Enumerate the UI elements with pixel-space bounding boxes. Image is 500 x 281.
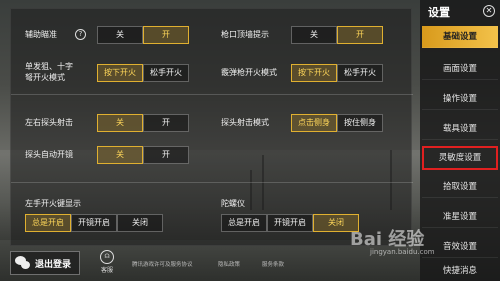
sidebar-item-crosshair[interactable]: 准星设置 xyxy=(422,206,498,228)
peek-scope-on[interactable]: 开 xyxy=(143,146,189,164)
sidebar-title: 设置 xyxy=(428,6,450,19)
aim-assist-label: 辅助瞄准 xyxy=(25,30,57,39)
gyro-label: 陀螺仪 xyxy=(221,199,245,208)
sidebar-item-pickup[interactable]: 拾取设置 xyxy=(422,176,498,198)
service-label: 客服 xyxy=(100,267,113,274)
peek-toggle: 关 开 xyxy=(97,114,189,132)
left-fire-label: 左手开火键显示 xyxy=(25,199,81,208)
muzzle-tip-off[interactable]: 关 xyxy=(291,26,337,44)
peek-mode-hold[interactable]: 按住侧身 xyxy=(337,114,383,132)
sidebar-item-sensitivity[interactable]: 灵敏度设置 xyxy=(422,146,498,170)
aim-assist-toggle: 关 开 xyxy=(97,26,189,44)
help-icon[interactable]: ? xyxy=(75,29,86,40)
logout-label: 退出登录 xyxy=(35,259,72,270)
peek-mode-label: 探头射击模式 xyxy=(221,118,269,127)
footer-link-privacy[interactable]: 隐私政策 xyxy=(218,260,240,268)
fire-settings-section: 辅助瞄准 ? 关 开 枪口顶墙提示 关 开 单发狙、十字 弩开火模式 按下开火 … xyxy=(11,9,413,95)
left-fire-off[interactable]: 关闭 xyxy=(117,214,163,232)
logout-button[interactable]: 退出登录 xyxy=(10,251,80,275)
sidebar-item-controls[interactable]: 操作设置 xyxy=(422,88,498,110)
peek-off[interactable]: 关 xyxy=(97,114,143,132)
settings-panel: 辅助瞄准 ? 关 开 枪口顶墙提示 关 开 单发狙、十字 弩开火模式 按下开火 … xyxy=(10,8,413,246)
baidu-watermark-url: jingyan.baidu.com xyxy=(370,248,435,256)
shotgun-fire-toggle: 按下开火 松手开火 xyxy=(291,64,383,82)
shotgun-fire-release[interactable]: 松手开火 xyxy=(337,64,383,82)
left-fire-scope[interactable]: 开镜开启 xyxy=(71,214,117,232)
peek-scope-toggle: 关 开 xyxy=(97,146,189,164)
peek-on[interactable]: 开 xyxy=(143,114,189,132)
sidebar-item-basic[interactable]: 基础设置 xyxy=(422,26,498,48)
customer-service-button[interactable]: ☊ 客服 xyxy=(98,250,116,274)
sidebar-item-graphics[interactable]: 画面设置 xyxy=(422,58,498,80)
wechat-icon xyxy=(15,256,31,270)
single-fire-release[interactable]: 松手开火 xyxy=(143,64,189,82)
sidebar-item-vehicle[interactable]: 载具设置 xyxy=(422,118,498,140)
aim-assist-off[interactable]: 关 xyxy=(97,26,143,44)
close-icon[interactable]: ✕ xyxy=(483,5,495,17)
peek-mode-tap[interactable]: 点击侧身 xyxy=(291,114,337,132)
peek-scope-label: 探头自动开镜 xyxy=(25,150,73,159)
gyro-scope[interactable]: 开镜开启 xyxy=(267,214,313,232)
footer-link-terms[interactable]: 服务条款 xyxy=(262,260,284,268)
peek-settings-section: 左右探头射击 关 开 探头射击模式 点击侧身 按住侧身 探头自动开镜 关 开 xyxy=(11,95,413,183)
shotgun-fire-press[interactable]: 按下开火 xyxy=(291,64,337,82)
sidebar-item-quick-message[interactable]: 快捷消息 xyxy=(422,262,498,281)
muzzle-tip-toggle: 关 开 xyxy=(291,26,383,44)
muzzle-tip-label: 枪口顶墙提示 xyxy=(221,30,269,39)
shotgun-fire-label: 霰弹枪开火模式 xyxy=(221,68,277,77)
peek-mode-toggle: 点击侧身 按住侧身 xyxy=(291,114,383,132)
headset-icon: ☊ xyxy=(100,250,114,264)
single-fire-press[interactable]: 按下开火 xyxy=(97,64,143,82)
gyro-always[interactable]: 总是开启 xyxy=(221,214,267,232)
single-fire-label-2: 弩开火模式 xyxy=(25,73,65,82)
gyro-toggle: 总是开启 开镜开启 关闭 xyxy=(221,214,359,232)
single-fire-label-1: 单发狙、十字 xyxy=(25,62,73,71)
left-fire-always[interactable]: 总是开启 xyxy=(25,214,71,232)
aim-assist-on[interactable]: 开 xyxy=(143,26,189,44)
left-fire-toggle: 总是开启 开镜开启 关闭 xyxy=(25,214,163,232)
peek-label: 左右探头射击 xyxy=(25,118,73,127)
footer-link-license[interactable]: 腾讯游戏许可及服务协议 xyxy=(132,260,193,268)
single-fire-toggle: 按下开火 松手开火 xyxy=(97,64,189,82)
muzzle-tip-on[interactable]: 开 xyxy=(337,26,383,44)
peek-scope-off[interactable]: 关 xyxy=(97,146,143,164)
